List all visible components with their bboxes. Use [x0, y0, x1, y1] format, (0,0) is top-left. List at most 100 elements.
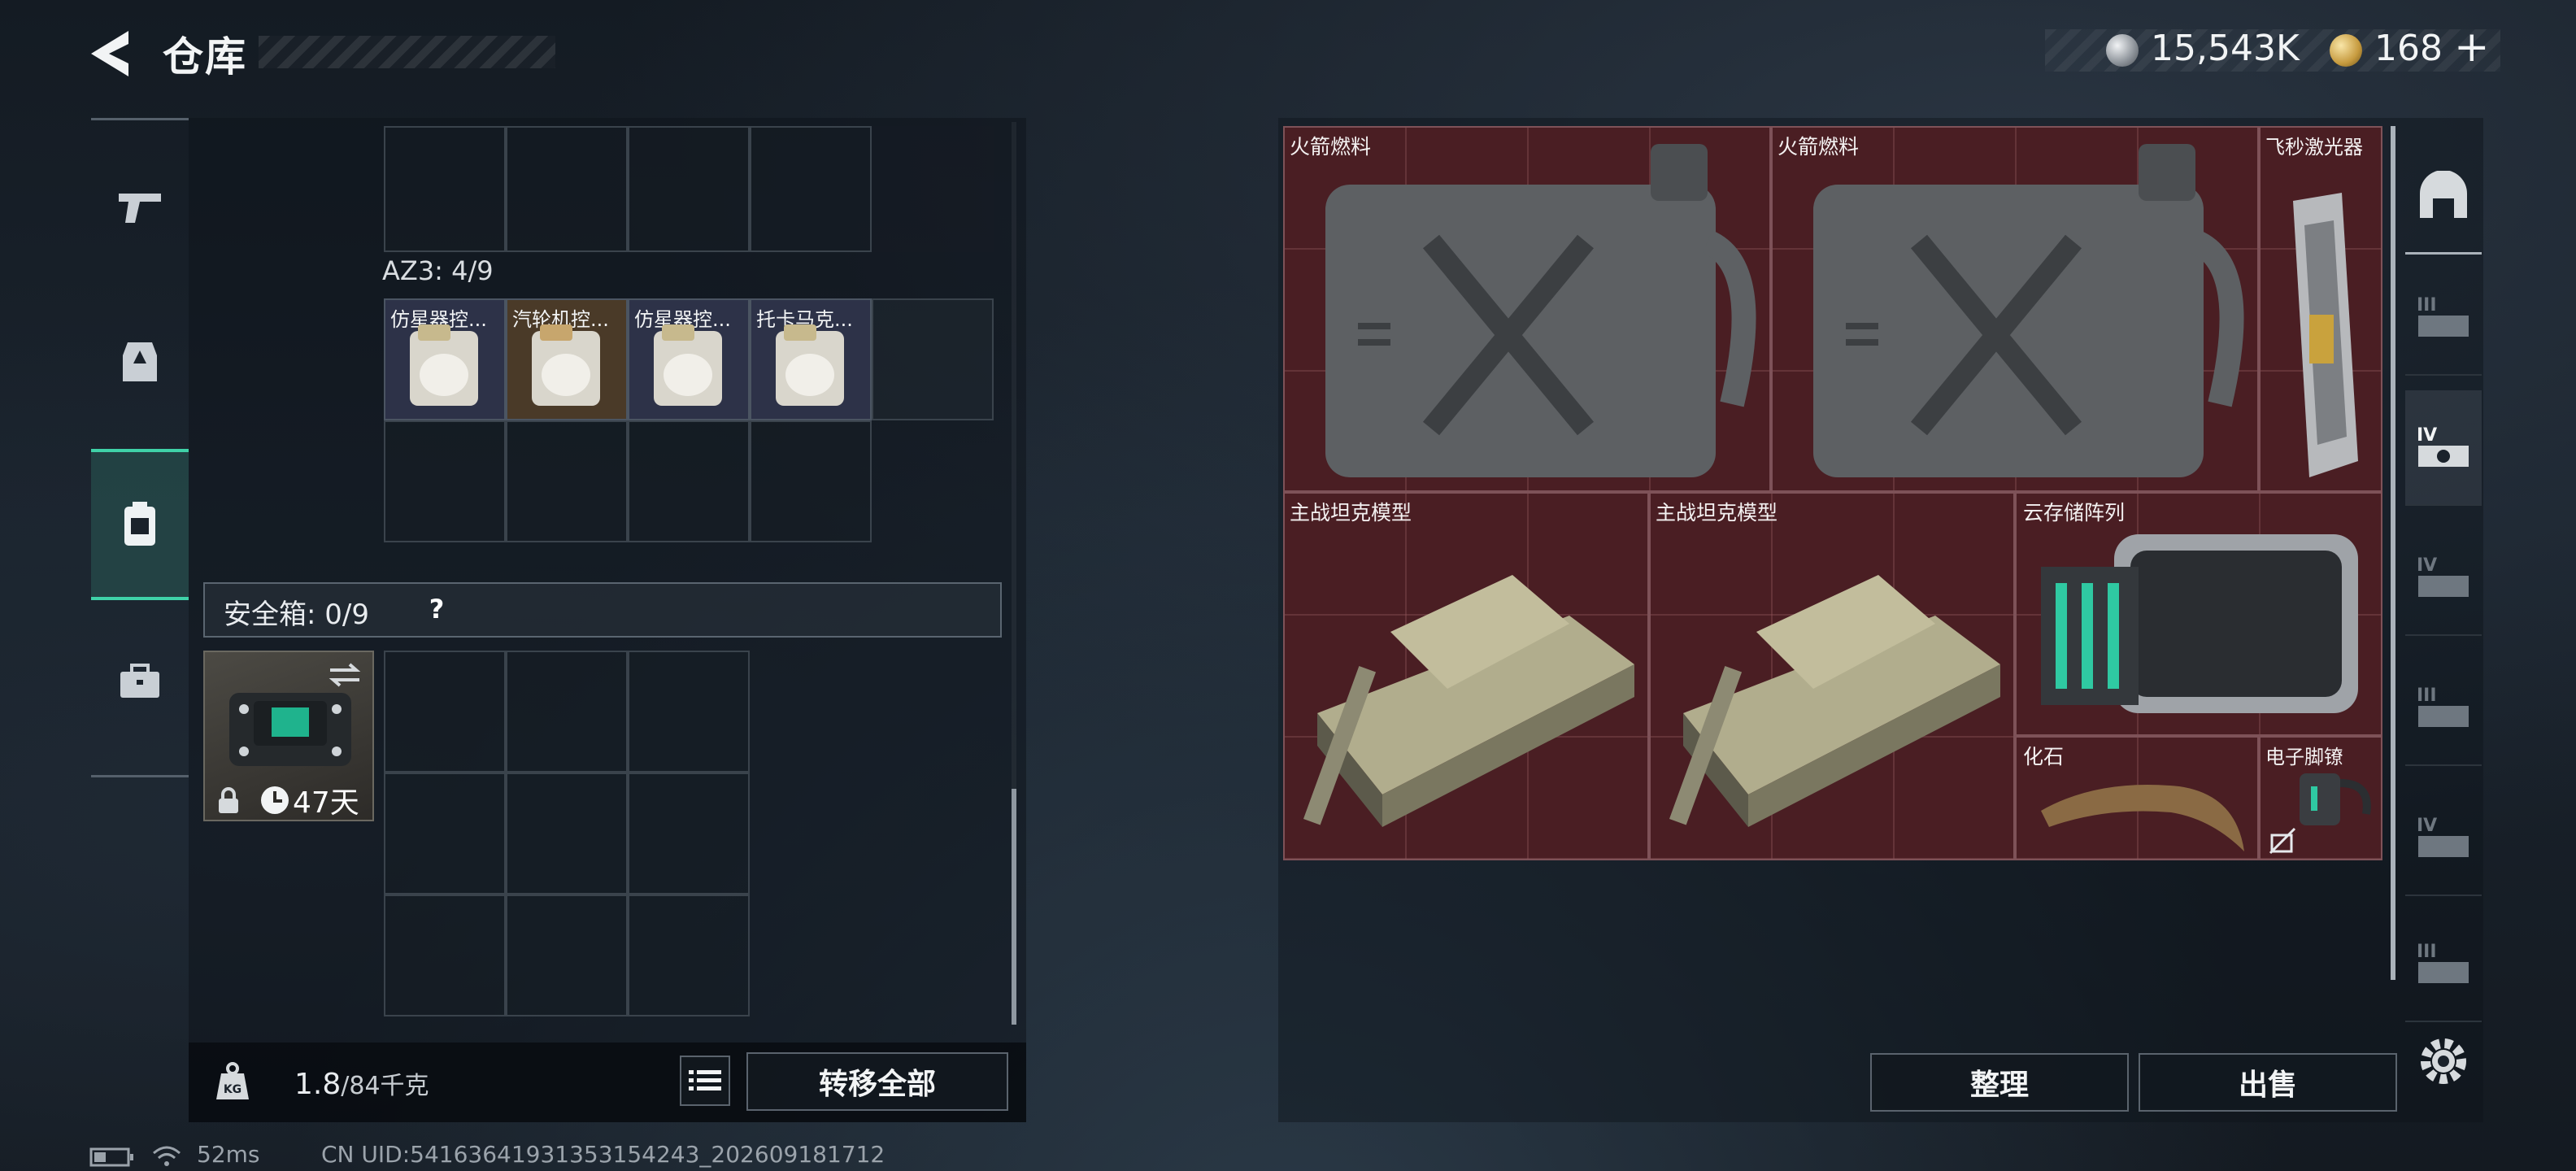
stash-tab-4[interactable]: III: [2405, 651, 2482, 766]
control-module-icon: [532, 324, 600, 406]
backpack-scrollbar-thumb[interactable]: [1012, 789, 1016, 1025]
storage-tab-icon: III: [2417, 686, 2469, 727]
backpack-icon: [124, 502, 155, 546]
stash-item[interactable]: 化石: [2015, 736, 2259, 860]
stash-tab-2[interactable]: IV: [2405, 390, 2482, 506]
gold-currency-amount: 168: [2374, 28, 2443, 69]
control-module-icon: [776, 324, 844, 406]
stash-scrollbar-thumb[interactable]: [2391, 126, 2395, 980]
pistol-icon: [119, 194, 161, 223]
add-currency-button[interactable]: +: [2454, 23, 2490, 72]
gold-coin-icon: [2330, 34, 2362, 67]
fossil-claw-icon: [2041, 785, 2244, 851]
stash-item[interactable]: 主战坦克模型: [1283, 492, 1649, 860]
safebox-cell[interactable]: [506, 895, 628, 1016]
server-array-icon: [2041, 534, 2358, 713]
page-title: 仓库: [163, 33, 247, 81]
storage-tab-icon: IV: [2417, 425, 2469, 467]
briefcase-icon: [120, 664, 159, 698]
silver-coin-icon: [2106, 34, 2139, 67]
battery-icon: [89, 1147, 133, 1167]
swap-icon[interactable]: [327, 662, 363, 688]
safebox-cell[interactable]: [628, 895, 750, 1016]
backpack-item[interactable]: 汽轮机控...: [506, 298, 628, 420]
stash-item[interactable]: 火箭燃料: [1771, 126, 2259, 492]
svg-text:KG: KG: [224, 1083, 242, 1096]
stash-item[interactable]: 电子脚镣: [2259, 736, 2382, 860]
silver-currency-amount: 15,543K: [2151, 28, 2300, 69]
item-name: 主战坦克模型: [1656, 501, 1778, 525]
gear-icon[interactable]: [2415, 1033, 2472, 1090]
tank-model-icon: [1303, 575, 1634, 827]
back-arrow-icon[interactable]: [85, 24, 137, 83]
upper-container-grid: [384, 126, 995, 252]
stash-item[interactable]: 主战坦克模型: [1649, 492, 2015, 860]
no-trade-icon: [2269, 827, 2296, 855]
stash-tab-6[interactable]: III: [2405, 907, 2482, 1022]
grid-cell[interactable]: [384, 126, 506, 252]
item-name: 云存储阵列: [2023, 501, 2126, 525]
list-icon: [689, 1070, 721, 1090]
stash-tab-overview[interactable]: [2405, 138, 2482, 255]
safebox-cell[interactable]: [628, 773, 750, 895]
grid-cell[interactable]: [506, 126, 628, 252]
help-icon[interactable]: ?: [415, 587, 459, 631]
safebox-cell[interactable]: [384, 773, 506, 895]
ping-readout: 52ms: [197, 1141, 260, 1168]
list-view-button[interactable]: [680, 1056, 730, 1106]
grid-cell-empty: [872, 420, 994, 542]
sell-button[interactable]: 出售: [2139, 1053, 2397, 1112]
backpack-item[interactable]: 仿星器控...: [628, 298, 750, 420]
svg-text:III: III: [2417, 942, 2437, 962]
control-module-icon: [410, 324, 478, 406]
stash-item[interactable]: 火箭燃料: [1283, 126, 1771, 492]
stash-tab-1[interactable]: III: [2405, 260, 2482, 376]
weight-icon: KG: [216, 1062, 249, 1099]
safebox-label: 安全箱: 0/9: [224, 599, 369, 631]
laser-device-icon: [2293, 193, 2358, 477]
az3-grid: 仿星器控... 汽轮机控... 仿星器控... 托卡马克...: [384, 298, 995, 542]
safebox-cell[interactable]: [506, 773, 628, 895]
grid-cell[interactable]: [750, 126, 872, 252]
grid-cell[interactable]: [750, 420, 872, 542]
backpack-item[interactable]: 托卡马克...: [750, 298, 872, 420]
fuel-canister-icon: [1325, 144, 1756, 477]
stash-item[interactable]: 飞秒激光器: [2259, 126, 2382, 492]
item-name: 主战坦克模型: [1290, 501, 1412, 525]
grid-cell[interactable]: [506, 420, 628, 542]
grid-cell[interactable]: [628, 420, 750, 542]
safebox-cell[interactable]: [384, 895, 506, 1016]
fuel-canister-icon: [1813, 144, 2244, 477]
grid-cell[interactable]: [872, 298, 994, 420]
stash-tab-3[interactable]: IV: [2405, 520, 2482, 636]
grid-cell[interactable]: [872, 126, 994, 252]
case-duration-label: 47天: [293, 786, 359, 820]
grid-cell[interactable]: [628, 126, 750, 252]
storage-tab-icon: IV: [2417, 816, 2469, 857]
rail-tab-armor[interactable]: [91, 313, 189, 411]
weight-max: /84千克: [341, 1072, 429, 1100]
safebox-grid: [384, 651, 751, 1016]
wifi-icon: [153, 1146, 181, 1166]
svg-text:IV: IV: [2417, 425, 2437, 446]
weight-current: 1.8: [294, 1068, 342, 1101]
safebox-cell[interactable]: [384, 651, 506, 773]
stash-tab-5[interactable]: IV: [2405, 781, 2482, 896]
safebox-cell[interactable]: [506, 651, 628, 773]
safebox-cell[interactable]: [628, 651, 750, 773]
grid-cell[interactable]: [384, 420, 506, 542]
stash-item[interactable]: 云存储阵列: [2015, 492, 2382, 736]
transfer-all-button[interactable]: 转移全部: [746, 1052, 1008, 1111]
rail-tab-cases[interactable]: [91, 633, 189, 730]
storage-tab-icon: III: [2417, 942, 2469, 983]
svg-text:III: III: [2417, 686, 2437, 706]
rail-tab-weapons[interactable]: [91, 159, 189, 256]
vest-icon: [123, 342, 157, 381]
control-module-icon: [654, 324, 722, 406]
backpack-item[interactable]: 仿星器控...: [384, 298, 506, 420]
sort-button[interactable]: 整理: [1870, 1053, 2129, 1112]
ankle-monitor-icon: [2300, 773, 2371, 825]
rail-tab-backpack[interactable]: [91, 449, 189, 600]
storage-tab-icon: IV: [2417, 555, 2469, 597]
weight-readout: 1.8/84千克: [294, 1065, 429, 1101]
